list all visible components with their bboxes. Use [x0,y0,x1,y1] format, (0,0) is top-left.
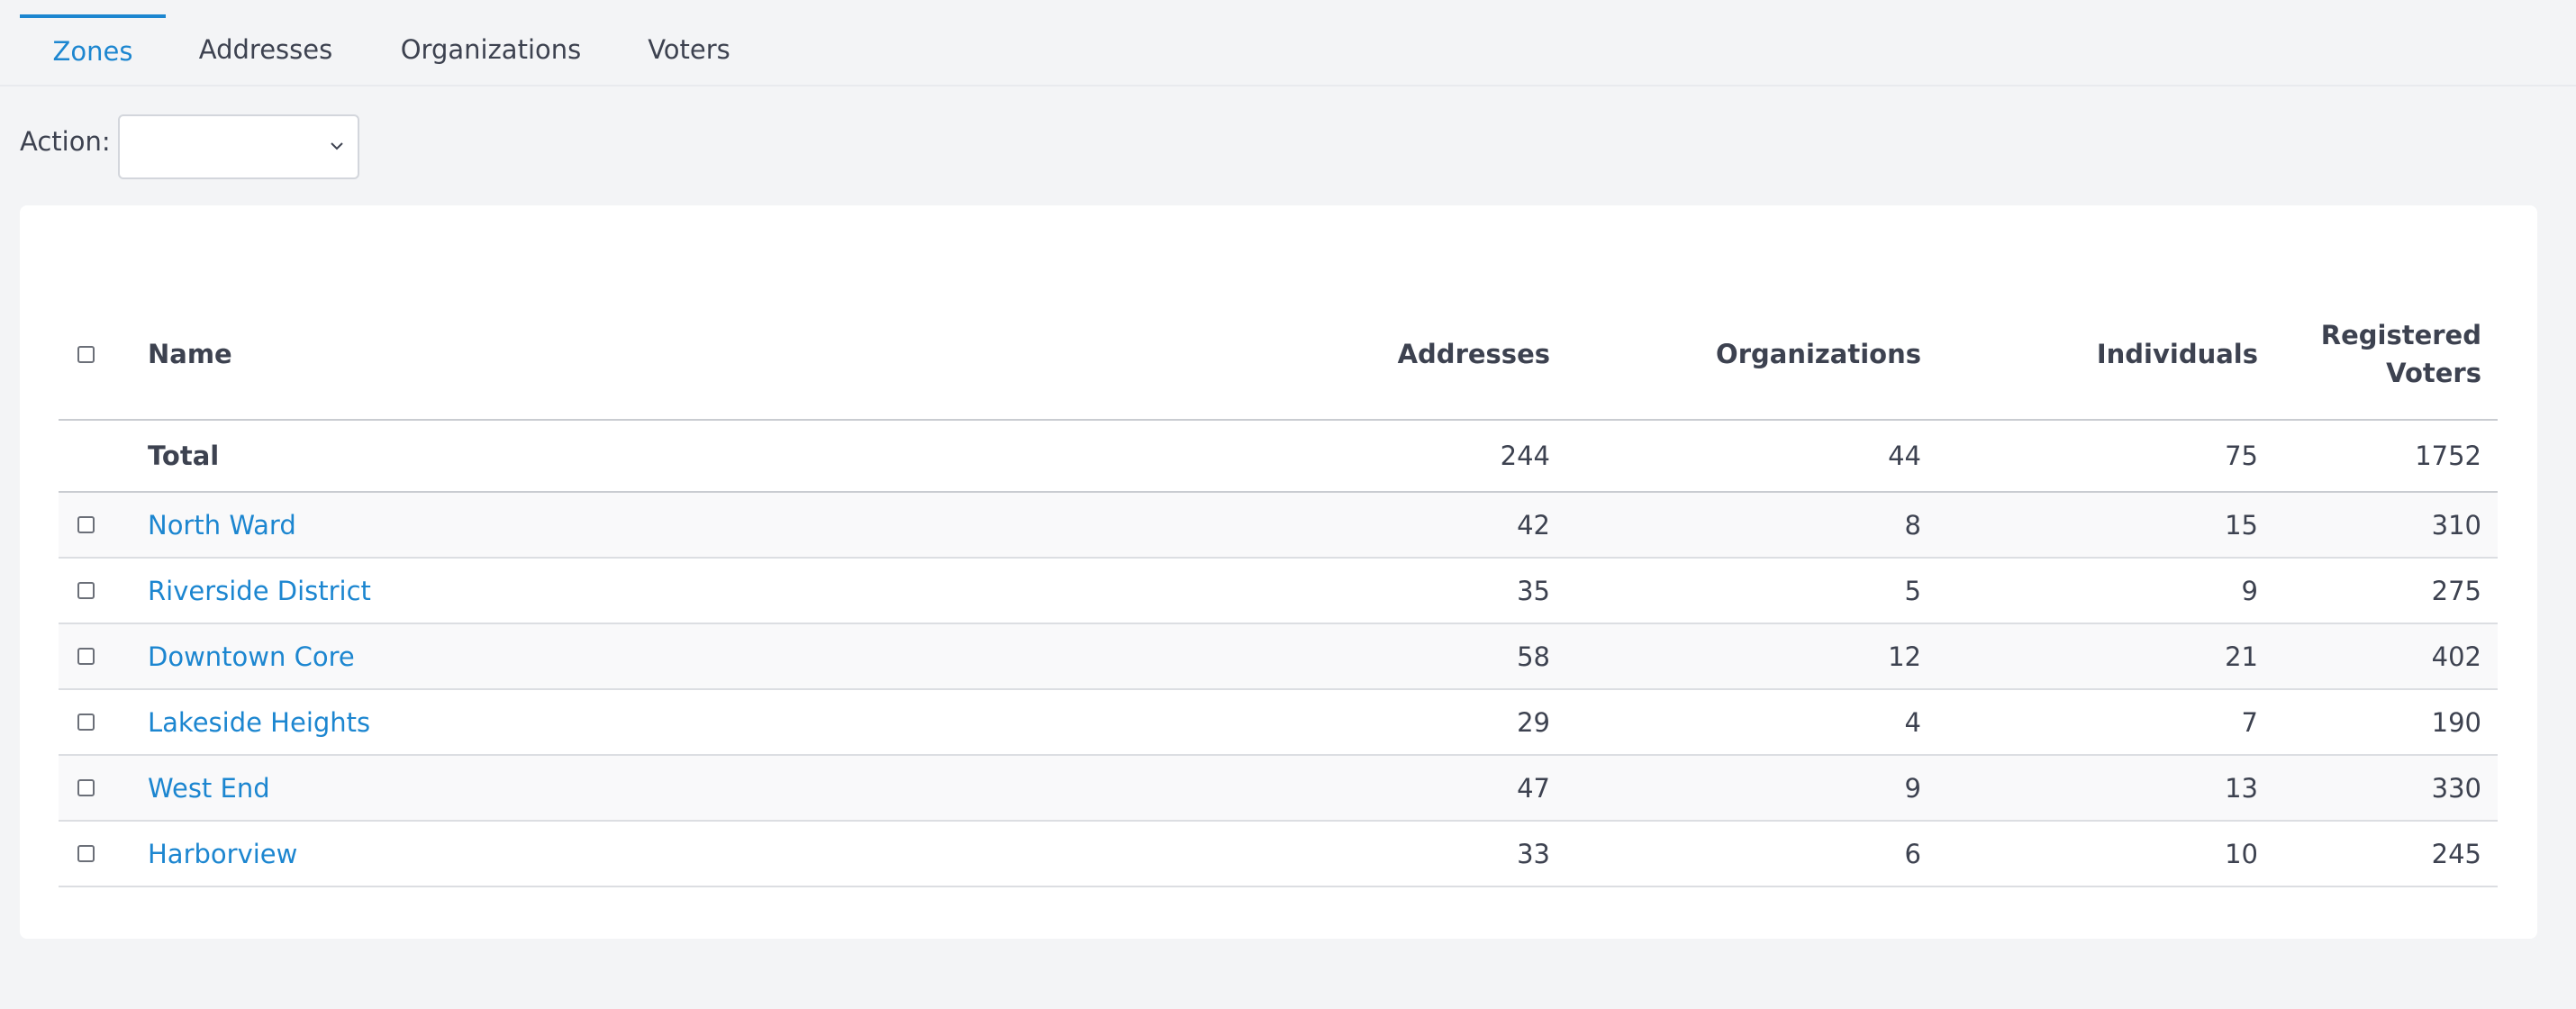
tab-zones[interactable]: Zones [20,14,166,85]
total-label: Total [148,441,220,471]
row-addresses: 29 [1517,706,1550,738]
row-addresses: 42 [1517,509,1550,541]
row-organizations: 9 [1904,772,1921,804]
select-all-checkbox[interactable] [77,345,95,363]
table-row: North Ward 42 8 15 310 [59,493,2498,559]
row-addresses: 33 [1517,838,1550,869]
table-row: Downtown Core 58 12 21 402 [59,624,2498,690]
row-individuals: 9 [2241,575,2258,606]
row-individuals: 13 [2225,772,2258,804]
row-addresses: 35 [1517,575,1550,606]
row-addresses: 47 [1517,772,1550,804]
row-organizations: 4 [1904,706,1921,738]
row-organizations: 8 [1904,509,1921,541]
row-organizations: 5 [1904,575,1921,606]
zone-link[interactable]: Harborview [148,822,958,886]
table-row: Harborview 33 6 10 245 [59,822,2498,887]
header-registered-voters-line1: Registered [2320,320,2481,350]
row-checkbox[interactable] [77,516,95,533]
tab-bar: Zones Addresses Organizations Voters [0,0,2576,86]
zones-card: Name Addresses Organizations Individuals… [20,205,2537,939]
table-row: Lakeside Heights 29 4 7 190 [59,690,2498,756]
zone-link[interactable]: Lakeside Heights [148,690,958,754]
total-organizations: 44 [1888,441,1921,471]
zone-link[interactable]: Downtown Core [148,624,958,688]
zone-link[interactable]: North Ward [148,493,958,557]
total-individuals: 75 [2225,441,2258,471]
header-organizations[interactable]: Organizations [1590,289,1921,419]
tab-organizations[interactable]: Organizations [387,14,594,85]
table-header-row: Name Addresses Organizations Individuals… [59,289,2498,421]
zone-link[interactable]: Riverside District [148,559,958,623]
row-checkbox-cell [59,756,113,820]
row-individuals: 21 [2225,641,2258,672]
total-addresses: 244 [1500,441,1550,471]
row-checkbox[interactable] [77,582,95,599]
select-all-cell [59,289,113,419]
row-individuals: 15 [2225,509,2258,541]
row-registered-voters: 245 [2431,838,2481,869]
chevron-down-icon [331,142,343,150]
tab-voters[interactable]: Voters [635,14,743,85]
row-organizations: 12 [1888,641,1921,672]
header-individuals[interactable]: Individuals [1950,289,2258,419]
row-checkbox[interactable] [77,714,95,731]
row-registered-voters: 330 [2431,772,2481,804]
zone-link[interactable]: West End [148,756,958,820]
row-individuals: 7 [2241,706,2258,738]
header-registered-voters-line2: Voters [2386,358,2481,388]
tab-addresses[interactable]: Addresses [189,14,342,85]
table-row: Riverside District 35 5 9 275 [59,559,2498,624]
row-individuals: 10 [2225,838,2258,869]
row-registered-voters: 310 [2431,509,2481,541]
action-select[interactable] [118,114,359,179]
row-checkbox-cell [59,690,113,754]
total-registered-voters: 1752 [2415,441,2481,471]
row-checkbox-cell [59,822,113,886]
row-registered-voters: 402 [2431,641,2481,672]
row-addresses: 58 [1517,641,1550,672]
header-registered-voters[interactable]: Registered Voters [2274,289,2481,419]
row-checkbox-cell [59,559,113,623]
row-checkbox-cell [59,493,113,557]
row-checkbox[interactable] [77,845,95,862]
row-registered-voters: 190 [2431,706,2481,738]
action-label: Action: [20,126,111,157]
row-checkbox-cell [59,624,113,688]
row-organizations: 6 [1904,838,1921,869]
row-checkbox[interactable] [77,648,95,665]
table-total-row: Total 244 44 75 1752 [59,421,2498,493]
header-addresses[interactable]: Addresses [959,289,1550,419]
table-row: West End 47 9 13 330 [59,756,2498,822]
header-name[interactable]: Name [148,289,958,419]
row-checkbox[interactable] [77,779,95,796]
row-registered-voters: 275 [2431,575,2481,606]
